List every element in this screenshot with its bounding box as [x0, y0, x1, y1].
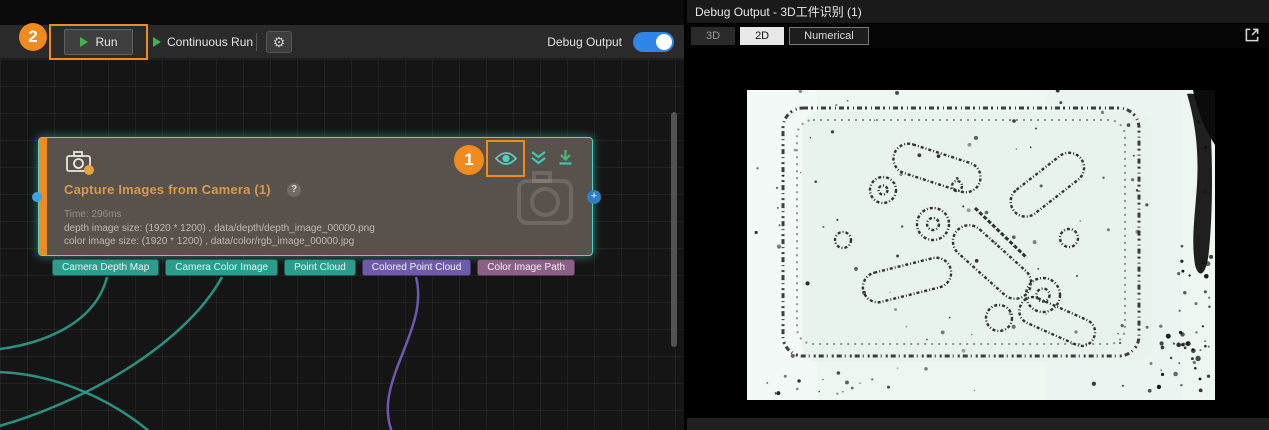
eye-icon [494, 150, 518, 167]
annotation-step-1: 1 [454, 145, 484, 175]
play-icon [152, 36, 162, 48]
debug-output-label: Debug Output [547, 35, 622, 49]
node-input-port[interactable] [32, 192, 42, 202]
download-icon [557, 149, 574, 166]
help-icon[interactable]: ? [287, 183, 301, 197]
port-camera-depth-map[interactable]: Camera Depth Map [52, 259, 159, 276]
debug-output-panel: Debug Output - 3D工件识别 (1) 3D 2D Numerica… [687, 0, 1269, 430]
port-camera-color-image[interactable]: Camera Color Image [165, 259, 278, 276]
play-icon [79, 36, 89, 48]
node-exec-time: Time: 296ms [64, 209, 121, 220]
debug-image-viewport[interactable] [687, 48, 1269, 417]
continuous-run-button[interactable]: Continuous Run [152, 31, 253, 53]
camera-ghost-icon [514, 170, 576, 228]
graph-editor-panel: Run Continuous Run ⚙ Debug Output 2 1 [0, 0, 684, 430]
settings-button[interactable]: ⚙ [266, 31, 292, 53]
continuous-run-label: Continuous Run [167, 35, 253, 49]
port-point-cloud[interactable]: Point Cloud [284, 259, 356, 276]
toolbar-separator [256, 33, 257, 51]
debug-output-toggle[interactable] [633, 32, 674, 52]
node-color-image-info: color image size: (1920 * 1200) , data/c… [64, 236, 354, 247]
preview-output-button[interactable] [494, 150, 518, 167]
toggle-knob [656, 34, 672, 50]
camera-icon [65, 149, 95, 175]
node-title: Capture Images from Camera (1) [64, 182, 271, 197]
toolbar: Run Continuous Run ⚙ Debug Output [0, 25, 684, 59]
tab-2d[interactable]: 2D [740, 27, 784, 45]
external-link-icon [1243, 26, 1261, 44]
annotation-highlight-eye [486, 140, 525, 177]
debug-panel-bottom-bar [687, 417, 1269, 430]
output-ports-row: Camera Depth Map Camera Color Image Poin… [52, 259, 575, 276]
tab-3d[interactable]: 3D [691, 27, 735, 45]
collapse-outputs-button[interactable] [530, 149, 547, 166]
node-depth-image-info: depth image size: (1920 * 1200) , data/d… [64, 223, 375, 234]
annotation-highlight-run: Run [49, 24, 148, 60]
annotation-step-2: 2 [19, 23, 47, 51]
save-output-button[interactable] [557, 149, 574, 166]
port-color-image-path[interactable]: Color Image Path [477, 259, 575, 276]
open-in-new-window-button[interactable] [1243, 26, 1261, 44]
app-root: Run Continuous Run ⚙ Debug Output 2 1 [0, 0, 1269, 430]
debug-output-title: Debug Output - 3D工件识别 (1) [687, 0, 1269, 24]
run-button-label: Run [95, 35, 117, 49]
tab-numerical[interactable]: Numerical [789, 27, 869, 45]
vertical-scrollbar[interactable] [671, 112, 677, 347]
port-colored-point-cloud[interactable]: Colored Point Cloud [362, 259, 472, 276]
double-chevron-down-icon [530, 149, 547, 166]
node-output-port[interactable]: + [587, 190, 601, 204]
depth-map-2d-image [747, 90, 1215, 400]
debug-output-tabs: 3D 2D Numerical [691, 27, 869, 45]
gear-icon: ⚙ [273, 34, 286, 50]
run-button[interactable]: Run [64, 29, 132, 55]
